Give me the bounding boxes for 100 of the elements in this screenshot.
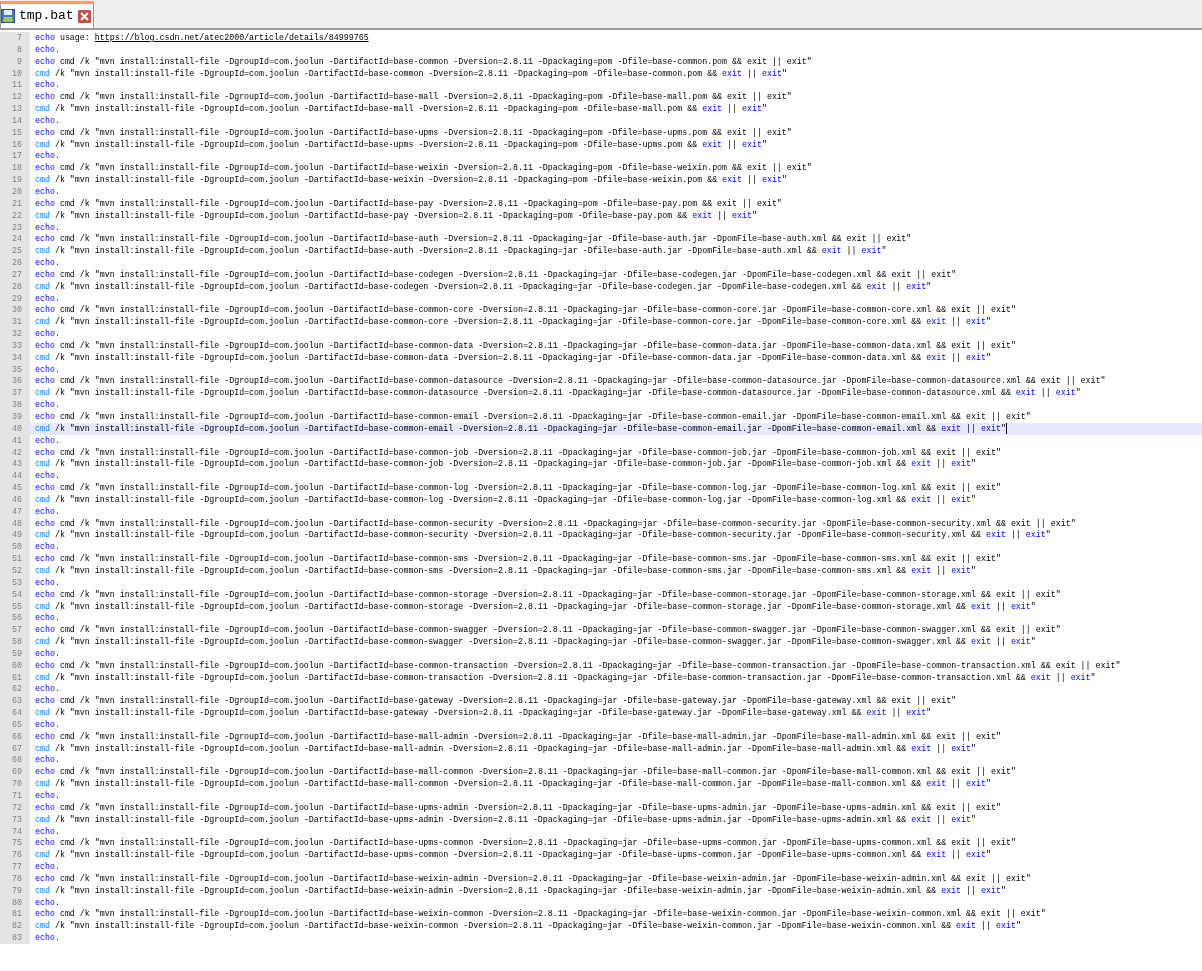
code-line: echo. [34, 257, 61, 269]
line-number: 36 [0, 375, 30, 388]
code-line: echo. [34, 541, 61, 554]
code-line: cmd /k "mvn install:install-file -DgroupId=com.joolun -DartifactId=base-common -Dversion=2.8.11 -Dpackaging=pom -Dfile=base-common.pom && exit || exit" [34, 67, 788, 80]
code-line: echo cmd /k "mvn install:install-file -DgroupId=com.joolun -DartifactId=base-weixin-admin -Dversion=2.8.11 -Dpackaging=jar -Dfile=base-weixin-admin.jar -DpomFile=base-weixin-admin.xml && exit || exit" [34, 872, 1032, 885]
line-number: 32 [0, 328, 30, 340]
line-number: 25 [0, 245, 30, 258]
code-line: cmd /k "mvn install:install-file -DgroupId=com.joolun -DartifactId=base-weixin-common -Dversion=2.8.11 -Dpackaging=jar -Dfile=base-weixin-common.jar -DpomFile=base-weixin-common.xml && exit || exit" [34, 920, 1022, 933]
code-line: cmd /k "mvn install:install-file -DgroupId=com.joolun -DartifactId=base-upms -Dversion=2.8.11 -Dpackaging=pom -Dfile=base-upms.pom && exit || exit" [34, 138, 768, 151]
code-line: echo. [34, 505, 61, 518]
code-line: cmd /k "mvn install:install-file -DgroupId=com.joolun -DartifactId=base-auth -Dversion=2.8.11 -Dpackaging=jar -Dfile=base-auth.jar -DpomFile=base-auth.xml && exit || exit" [34, 245, 888, 258]
code-line: cmd /k "mvn install:install-file -DgroupId=com.joolun -DartifactId=base-codegen -Dversion=2.8.11 -Dpackaging=jar -Dfile=base-codegen.jar -DpomFile=base-codegen.xml && exit || exit" [34, 280, 933, 293]
code-line: echo. [34, 221, 61, 234]
line-number: 63 [0, 695, 30, 708]
line-number: 75 [0, 837, 30, 850]
close-icon[interactable] [77, 9, 91, 23]
code-line: echo cmd /k "mvn install:install-file -DgroupId=com.joolun -DartifactId=base-common-swagger -Dversion=2.8.11 -Dpackaging=jar -Dfile=base-common-swagger.jar -DpomFile=base-common-swagger.xml && exit || exit" [34, 624, 1062, 637]
code-line: echo. [34, 683, 61, 696]
code-line: echo. [34, 363, 61, 376]
code-line: echo. [34, 79, 61, 92]
code-line: cmd /k "mvn install:install-file -DgroupId=com.joolun -DartifactId=base-pay -Dversion=2.8.11 -Dpackaging=pom -Dfile=base-pay.pom && exit || exit" [34, 209, 758, 222]
code-line: echo. [34, 114, 61, 127]
line-number: 39 [0, 411, 30, 423]
code-line: echo. [34, 861, 61, 873]
code-line: cmd /k "mvn install:install-file -DgroupId=com.joolun -DartifactId=base-common-datasource -Dversion=2.8.11 -Dpackaging=jar -Dfile=base-common-datasource.jar -DpomFile=base-common-datasource.xml && exit || exit" [34, 387, 1082, 400]
code-line: echo. [34, 647, 61, 660]
line-number: 12 [0, 91, 30, 104]
code-line: echo cmd /k "mvn install:install-file -DgroupId=com.joolun -DartifactId=base-mall-common -Dversion=2.8.11 -Dpackaging=jar -Dfile=base-mall-common.jar -DpomFile=base-mall-common.xml && exit || exit" [34, 766, 1017, 779]
code-line: echo cmd /k "mvn install:install-file -DgroupId=com.joolun -DartifactId=base-gateway -Dversion=2.8.11 -Dpackaging=jar -Dfile=base-gateway.jar -DpomFile=base-gateway.xml && exit || exit" [34, 695, 958, 708]
code-line: echo. [34, 576, 61, 589]
save-icon [1, 9, 15, 23]
line-number: 83 [0, 932, 30, 944]
code-line: cmd /k "mvn install:install-file -DgroupId=com.joolun -DartifactId=base-mall-admin -Dversion=2.8.11 -Dpackaging=jar -Dfile=base-mall-admin.jar -DpomFile=base-mall-admin.xml && exit || exit" [34, 742, 978, 755]
line-number: 81 [0, 908, 30, 921]
code-line: echo cmd /k "mvn install:install-file -DgroupId=com.joolun -DartifactId=base-codegen -Dversion=2.8.11 -Dpackaging=jar -Dfile=base-codegen.jar -DpomFile=base-codegen.xml && exit || exit" [34, 268, 958, 281]
code-line: echo cmd /k "mvn install:install-file -DgroupId=com.joolun -DartifactId=base-common -Dversion=2.8.11 -Dpackaging=pom -Dfile=base-common.pom && exit || exit" [34, 55, 813, 68]
code-line: echo cmd /k "mvn install:install-file -DgroupId=com.joolun -DartifactId=base-upms -Dversion=2.8.11 -Dpackaging=pom -Dfile=base-upms.pom && exit || exit" [34, 126, 793, 139]
line-number: 31 [0, 316, 30, 329]
line-number: 62 [0, 683, 30, 696]
line-number: 37 [0, 387, 30, 400]
code-line: echo usage: https://blog.csdn.net/atec2000/article/details/84999765 [34, 32, 370, 44]
line-number: 82 [0, 920, 30, 933]
line-number: 18 [0, 162, 30, 175]
code-line: echo cmd /k "mvn install:install-file -DgroupId=com.joolun -DartifactId=base-common-log -Dversion=2.8.11 -Dpackaging=jar -Dfile=base-common-log.jar -DpomFile=base-common-log.xml && exit || exit" [34, 482, 1002, 494]
line-number: 77 [0, 861, 30, 873]
code-line: echo. [34, 825, 61, 838]
code-line: echo cmd /k "mvn install:install-file -DgroupId=com.joolun -DartifactId=base-common-datasource -Dversion=2.8.11 -Dpackaging=jar -Dfile=base-common-datasource.jar -DpomFile=base-common-datasource.xml && exit || exit" [34, 375, 1107, 388]
code-line: echo cmd /k "mvn install:install-file -DgroupId=com.joolun -DartifactId=base-common-storage -Dversion=2.8.11 -Dpackaging=jar -Dfile=base-common-storage.jar -DpomFile=base-common-storage.xml && exit || exit" [34, 588, 1062, 601]
line-number: 7 [0, 32, 30, 44]
code-line: echo. [34, 470, 61, 483]
code-line: cmd /k "mvn install:install-file -DgroupId=com.joolun -DartifactId=base-gateway -Dversion=2.8.11 -Dpackaging=jar -Dfile=base-gateway.jar -DpomFile=base-gateway.xml && exit || exit" [34, 707, 933, 719]
code-line: echo. [34, 896, 61, 909]
line-number: 43 [0, 458, 30, 471]
line-number: 11 [0, 79, 30, 92]
line-number: 45 [0, 482, 30, 494]
code-line: cmd /k "mvn install:install-file -DgroupId=com.joolun -DartifactId=base-common-core -Dversion=2.8.11 -Dpackaging=jar -Dfile=base-common-core.jar -DpomFile=base-common-core.xml && exit || exit" [34, 316, 992, 329]
code-line: cmd /k "mvn install:install-file -DgroupId=com.joolun -DartifactId=base-mall-common -Dversion=2.8.11 -Dpackaging=jar -Dfile=base-mall-common.jar -DpomFile=base-mall-common.xml && exit || exit" [34, 778, 992, 790]
code-line: echo cmd /k "mvn install:install-file -DgroupId=com.joolun -DartifactId=base-common-sms -Dversion=2.8.11 -Dpackaging=jar -Dfile=base-common-sms.jar -DpomFile=base-common-sms.xml && exit || exit" [34, 553, 1002, 565]
code-line: cmd /k "mvn install:install-file -DgroupId=com.joolun -DartifactId=base-common-data -Dversion=2.8.11 -Dpackaging=jar -Dfile=base-common-data.jar -DpomFile=base-common-data.xml && exit || exit" [34, 351, 992, 364]
code-line: echo cmd /k "mvn install:install-file -DgroupId=com.joolun -DartifactId=base-mall-admin -Dversion=2.8.11 -Dpackaging=jar -Dfile=base-mall-admin.jar -DpomFile=base-mall-admin.xml && exit || exit" [34, 730, 1002, 743]
line-number: 69 [0, 766, 30, 779]
code-line: echo cmd /k "mvn install:install-file -DgroupId=com.joolun -DartifactId=base-weixin -Dversion=2.8.11 -Dpackaging=pom -Dfile=base-weixin.pom && exit || exit" [34, 162, 813, 175]
line-number: 57 [0, 624, 30, 637]
line-number: 76 [0, 849, 30, 862]
code-line: echo. [34, 292, 61, 305]
line-number: 58 [0, 636, 30, 648]
code-line: echo. [34, 718, 61, 731]
code-line: echo cmd /k "mvn install:install-file -DgroupId=com.joolun -DartifactId=base-common-data -Dversion=2.8.11 -Dpackaging=jar -Dfile=base-common-data.jar -DpomFile=base-common-data.xml && exit || exit" [34, 339, 1017, 352]
code-line: echo. [34, 43, 61, 56]
code-line: echo. [34, 612, 61, 625]
code-line: echo cmd /k "mvn install:install-file -DgroupId=com.joolun -DartifactId=base-upms-admin -Dversion=2.8.11 -Dpackaging=jar -Dfile=base-upms-admin.jar -DpomFile=base-upms-admin.xml && exit || exit" [34, 801, 1002, 814]
line-number: 56 [0, 612, 30, 625]
code-line: cmd /k "mvn install:install-file -DgroupId=com.joolun -DartifactId=base-common-storage -Dversion=2.8.11 -Dpackaging=jar -Dfile=base-common-storage.jar -DpomFile=base-common-storage.xml && exit || exit" [34, 600, 1037, 613]
code-line: echo cmd /k "mvn install:install-file -DgroupId=com.joolun -DartifactId=base-auth -Dversion=2.8.11 -Dpackaging=jar -Dfile=base-auth.jar -DpomFile=base-auth.xml && exit || exit" [34, 233, 913, 246]
code-line: cmd /k "mvn install:install-file -DgroupId=com.joolun -DartifactId=base-common-sms -Dversion=2.8.11 -Dpackaging=jar -Dfile=base-common-sms.jar -DpomFile=base-common-sms.xml && exit || exit" [34, 564, 978, 577]
code-line: cmd /k "mvn install:install-file -DgroupId=com.joolun -DartifactId=base-weixin -Dversion=2.8.11 -Dpackaging=pom -Dfile=base-weixin.pom && exit || exit" [34, 174, 788, 186]
code-line: cmd /k "mvn install:install-file -DgroupId=com.joolun -DartifactId=base-upms-admin -Dversion=2.8.11 -Dpackaging=jar -Dfile=base-upms-admin.jar -DpomFile=base-upms-admin.xml && exit || exit" [34, 813, 978, 826]
line-number: 68 [0, 754, 30, 767]
code-line: echo. [34, 150, 61, 163]
code-line: echo cmd /k "mvn install:install-file -DgroupId=com.joolun -DartifactId=base-common-security -Dversion=2.8.11 -Dpackaging=jar -Dfile=base-common-security.jar -DpomFile=base-common-security.xml && exit || exit" [34, 517, 1077, 530]
line-number: 30 [0, 304, 30, 317]
code-line: cmd /k "mvn install:install-file -DgroupId=com.joolun -DartifactId=base-common-log -Dversion=2.8.11 -Dpackaging=jar -Dfile=base-common-log.jar -DpomFile=base-common-log.xml && exit || exit" [34, 493, 978, 506]
code-line: echo cmd /k "mvn install:install-file -DgroupId=com.joolun -DartifactId=base-common-transaction -Dversion=2.8.11 -Dpackaging=jar -Dfile=base-common-transaction.jar -DpomFile=base-common-transaction.xml && exit || exit" [34, 659, 1122, 672]
line-number: 70 [0, 778, 30, 790]
code-line: echo cmd /k "mvn install:install-file -DgroupId=com.joolun -DartifactId=base-weixin-common -Dversion=2.8.11 -Dpackaging=jar -Dfile=base-weixin-common.jar -DpomFile=base-weixin-common.xml && exit || exit" [34, 908, 1047, 921]
code-line: cmd /k "mvn install:install-file -DgroupId=com.joolun -DartifactId=base-common-security -Dversion=2.8.11 -Dpackaging=jar -Dfile=base-common-security.jar -DpomFile=base-common-security.xml && exit || exit" [34, 529, 1052, 542]
code-line: echo. [34, 185, 61, 198]
code-line: echo. [34, 399, 61, 411]
code-line: cmd /k "mvn install:install-file -DgroupId=com.joolun -DartifactId=base-mall -Dversion=2.8.11 -Dpackaging=pom -Dfile=base-mall.pom && exit || exit" [34, 103, 768, 115]
code-line: echo. [34, 932, 61, 944]
code-line: echo cmd /k "mvn install:install-file -DgroupId=com.joolun -DartifactId=base-common-job -Dversion=2.8.11 -Dpackaging=jar -Dfile=base-common-job.jar -DpomFile=base-common-job.xml && exit || exit" [34, 446, 1002, 459]
line-number: 24 [0, 233, 30, 246]
code-line: cmd /k "mvn install:install-file -DgroupId=com.joolun -DartifactId=base-common-transaction -Dversion=2.8.11 -Dpackaging=jar -Dfile=base-common-transaction.jar -DpomFile=base-common-transaction.xml && exit || exit" [34, 671, 1097, 684]
file-tab[interactable]: tmp.bat [0, 1, 94, 28]
line-number: 71 [0, 790, 30, 802]
line-number: 44 [0, 470, 30, 483]
line-number: 13 [0, 103, 30, 115]
code-line: cmd /k "mvn install:install-file -DgroupId=com.joolun -DartifactId=base-upms-common -Dversion=2.8.11 -Dpackaging=jar -Dfile=base-upms-common.jar -DpomFile=base-upms-common.xml && exit || exit" [34, 849, 992, 862]
line-number: 50 [0, 541, 30, 554]
line-number: 19 [0, 174, 30, 186]
